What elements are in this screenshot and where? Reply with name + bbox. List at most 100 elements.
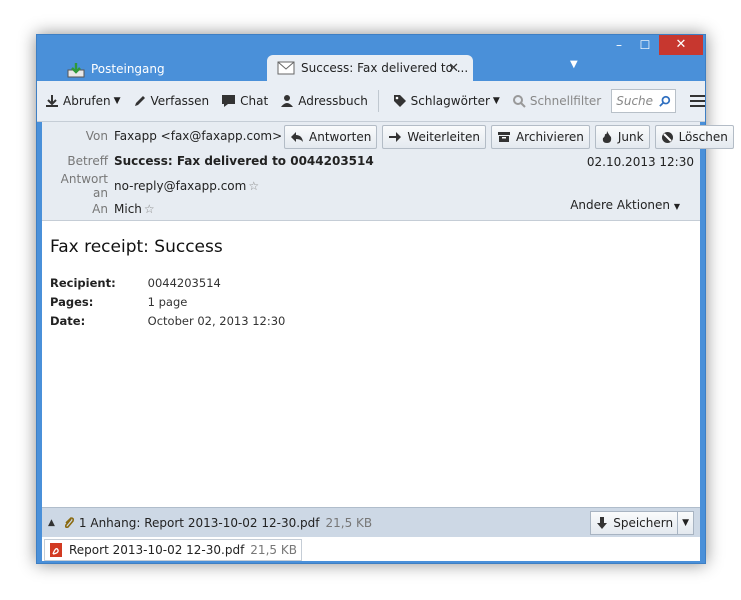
- field-value: October 02, 2013 12:30: [147, 314, 286, 328]
- chevron-down-icon[interactable]: ▼: [114, 96, 121, 106]
- pencil-icon: [134, 96, 145, 106]
- chevron-down-icon: ▼: [673, 202, 680, 211]
- from-value[interactable]: Faxapp <fax@faxapp.com>: [114, 129, 282, 143]
- thunderbird-window: – ☐ ✕ Posteingang Success: Fax delivered…: [36, 34, 734, 564]
- header-action-buttons: Antworten Weiterleiten Archivieren Junk …: [284, 125, 739, 149]
- save-main[interactable]: Speichern: [591, 516, 677, 530]
- chat-label: Chat: [240, 94, 269, 108]
- tab-list-chevron-icon[interactable]: ▼: [570, 59, 578, 70]
- save-label: Speichern: [613, 516, 674, 530]
- message-header-pane: Von Faxapp <fax@faxapp.com> ☆ Antworten …: [42, 122, 734, 221]
- quick-filter-button[interactable]: Schnellfilter: [508, 88, 605, 114]
- chat-button[interactable]: Chat: [217, 88, 272, 114]
- archive-box-icon: [497, 132, 510, 142]
- pages-field: Pages: 1 page: [50, 295, 187, 309]
- tags-button[interactable]: Schlagwörter ▼: [389, 88, 504, 114]
- attachment-item[interactable]: Report 2013-10-02 12-30.pdf 21,5 KB: [44, 539, 302, 561]
- subject-label: Betreff: [67, 154, 108, 168]
- write-button[interactable]: Verfassen: [129, 88, 214, 114]
- star-icon[interactable]: ☆: [144, 202, 155, 216]
- attachment-list: Report 2013-10-02 12-30.pdf 21,5 KB: [42, 537, 700, 561]
- no-entry-icon: [661, 131, 673, 143]
- save-attachment-button[interactable]: Speichern ▼: [590, 511, 694, 535]
- chevron-down-icon: ▼: [492, 96, 500, 106]
- toolbar-separator: [377, 90, 379, 112]
- tab-inbox[interactable]: Posteingang: [57, 57, 257, 81]
- quick-filter-label: Schnellfilter: [529, 94, 602, 108]
- collapse-triangle-icon[interactable]: ▲: [48, 518, 55, 528]
- from-row: Von Faxapp <fax@faxapp.com> ☆: [42, 127, 295, 145]
- paperclip-icon: [64, 517, 74, 529]
- download-icon: [46, 95, 58, 107]
- pdf-icon: [50, 543, 62, 557]
- get-mail-button[interactable]: Abrufen ▼: [41, 88, 125, 114]
- tab-label: Posteingang: [91, 62, 165, 76]
- junk-label: Junk: [617, 130, 644, 144]
- close-icon[interactable]: ✕: [448, 61, 459, 76]
- get-mail-label: Abrufen: [63, 94, 111, 108]
- search-placeholder: Suche: [616, 94, 654, 108]
- attachment-summary-size: 21,5 KB: [325, 516, 373, 530]
- message-date: 02.10.2013 12:30: [586, 155, 694, 169]
- to-value[interactable]: Mich: [114, 202, 142, 216]
- field-value: 1 page: [147, 295, 188, 309]
- download-arrow-icon: [597, 517, 608, 529]
- reply-label: Antworten: [309, 130, 372, 144]
- attachment-name: Report 2013-10-02 12-30.pdf: [69, 543, 245, 557]
- person-icon: [281, 95, 294, 107]
- write-label: Verfassen: [150, 94, 210, 108]
- chat-icon: [222, 95, 236, 107]
- subject-value: Success: Fax delivered to 0044203514: [114, 154, 374, 168]
- to-row: An Mich ☆: [42, 200, 155, 218]
- flame-icon: [602, 131, 612, 143]
- attachment-summary[interactable]: 1 Anhang: Report 2013-10-02 12-30.pdf: [79, 516, 320, 530]
- reply-to-value[interactable]: no-reply@faxapp.com: [114, 179, 246, 193]
- field-value: 0044203514: [147, 276, 221, 290]
- search-icon: [659, 95, 671, 107]
- field-key: Recipient:: [50, 276, 116, 290]
- address-book-button[interactable]: Adressbuch: [276, 88, 372, 114]
- forward-label: Weiterleiten: [407, 130, 480, 144]
- delete-label: Löschen: [678, 130, 728, 144]
- attachment-size: 21,5 KB: [250, 543, 297, 557]
- chevron-down-icon[interactable]: ▼: [677, 512, 693, 534]
- address-book-label: Adressbuch: [298, 94, 368, 108]
- junk-button[interactable]: Junk: [594, 125, 650, 149]
- other-actions-label: Andere Aktionen: [570, 198, 671, 212]
- reply-to-label: Antwort an: [60, 172, 108, 200]
- subject-row: Betreff Success: Fax delivered to 004420…: [42, 152, 374, 170]
- forward-button[interactable]: Weiterleiten: [382, 125, 486, 149]
- tag-icon: [393, 95, 406, 107]
- close-window-button[interactable]: ✕: [659, 35, 703, 55]
- archive-button[interactable]: Archivieren: [490, 125, 590, 149]
- inbox-icon: [67, 62, 85, 78]
- attachment-bar: ▲ 1 Anhang: Report 2013-10-02 12-30.pdf …: [42, 507, 700, 538]
- message-title: Fax receipt: Success: [50, 237, 223, 257]
- star-icon[interactable]: ☆: [248, 179, 259, 193]
- message-body: Fax receipt: Success Recipient: 00442035…: [42, 221, 700, 507]
- reply-icon: [291, 132, 303, 142]
- tab-label: Success: Fax delivered to ...: [301, 61, 469, 75]
- app-menu-icon[interactable]: [690, 92, 705, 110]
- field-key: Pages:: [50, 295, 94, 309]
- to-label: An: [92, 202, 108, 216]
- search-input[interactable]: Suche: [611, 89, 677, 113]
- minimize-button[interactable]: –: [607, 35, 631, 55]
- reply-to-row: Antwort an no-reply@faxapp.com ☆: [42, 172, 259, 200]
- reply-button[interactable]: Antworten: [284, 125, 378, 149]
- date-field: Date: October 02, 2013 12:30: [50, 314, 285, 328]
- title-bar: – ☐ ✕ Posteingang Success: Fax delivered…: [37, 35, 705, 81]
- envelope-icon: [277, 61, 295, 75]
- delete-button[interactable]: Löschen: [654, 125, 734, 149]
- forward-arrow-icon: [389, 132, 402, 142]
- other-actions-button[interactable]: Andere Aktionen ▼: [570, 198, 680, 212]
- recipient-field: Recipient: 0044203514: [50, 276, 221, 290]
- from-label: Von: [85, 129, 108, 143]
- field-key: Date:: [50, 314, 86, 328]
- magnifier-icon: [512, 95, 526, 108]
- main-toolbar: Abrufen ▼ Verfassen Chat Adressbuch Schl…: [37, 81, 705, 122]
- tab-message[interactable]: Success: Fax delivered to ... ✕: [267, 55, 473, 81]
- archive-label: Archivieren: [515, 130, 584, 144]
- maximize-button[interactable]: ☐: [633, 35, 657, 55]
- tags-label: Schlagwörter: [410, 94, 490, 108]
